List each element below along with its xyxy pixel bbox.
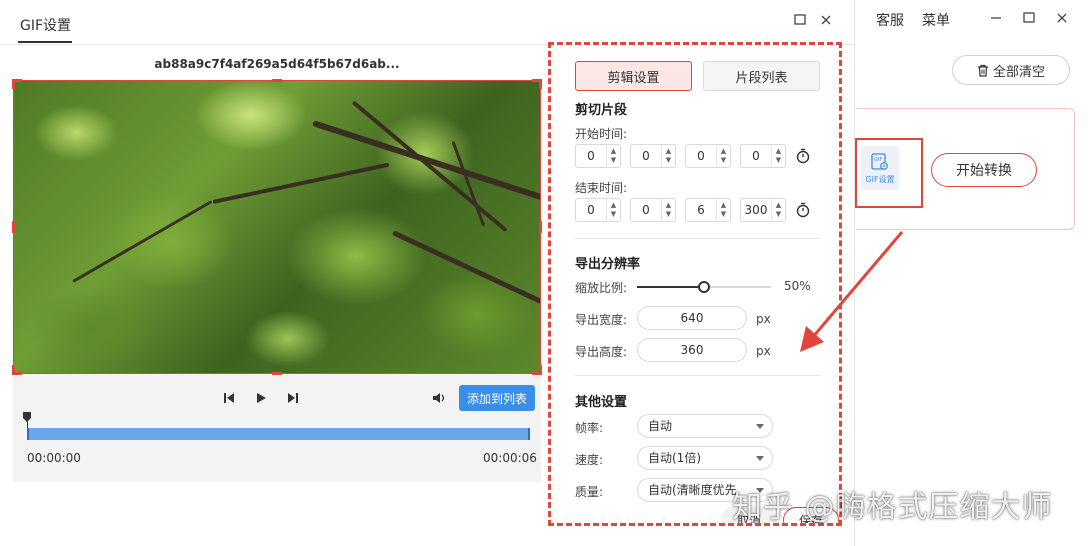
- height-unit: px: [756, 344, 771, 358]
- next-frame-icon[interactable]: [282, 388, 304, 408]
- dialog-title: GIF设置: [20, 18, 72, 34]
- settings-panel: 剪辑设置 片段列表 剪切片段 开始时间: 0 ▲ ▼ 0 ▲ ▼ 0 ▲ ▼ 0 ▲ ▼ 结束时…: [548, 42, 842, 526]
- scale-slider-fill: [637, 286, 704, 288]
- end-ms-stepper[interactable]: 300 ▲ ▼: [740, 198, 786, 222]
- start-time-label: 开始时间:: [575, 127, 628, 141]
- start-minute-stepper[interactable]: 0 ▲ ▼: [630, 144, 676, 168]
- close-window-icon[interactable]: [1053, 9, 1071, 27]
- section-divider: [575, 238, 821, 239]
- scale-value: 50%: [784, 279, 811, 293]
- height-label: 导出高度:: [575, 345, 628, 359]
- tab-segment-list[interactable]: 片段列表: [703, 61, 820, 91]
- scale-slider-thumb[interactable]: [698, 281, 710, 293]
- end-hour-stepper[interactable]: 0 ▲ ▼: [575, 198, 621, 222]
- time-end-label: 00:00:06: [483, 451, 537, 465]
- video-file-name: ab88a9c7f4af269a5d64f5b67d6ab...: [154, 57, 400, 71]
- width-unit: px: [756, 312, 771, 326]
- end-minute-stepper[interactable]: 0 ▲ ▼: [630, 198, 676, 222]
- width-label: 导出宽度:: [575, 313, 628, 327]
- video-preview: [13, 80, 541, 374]
- volume-icon[interactable]: [429, 388, 451, 408]
- clear-all-label: 全部清空: [992, 64, 1045, 80]
- start-ms-stepper[interactable]: 0 ▲ ▼: [740, 144, 786, 168]
- chevron-down-icon: [756, 456, 764, 461]
- svg-text:GIF: GIF: [874, 157, 882, 163]
- stepper-arrows-icon: ▲ ▼: [716, 145, 730, 167]
- watermark: 知乎 @嗨格式压缩大师: [732, 490, 1053, 525]
- end-time-label: 结束时间:: [575, 181, 628, 195]
- start-second-stepper[interactable]: 0 ▲ ▼: [685, 144, 731, 168]
- gif-settings-icon: GIF: [871, 152, 888, 170]
- timer-icon[interactable]: [795, 202, 811, 218]
- chevron-down-icon: [756, 424, 764, 429]
- start-convert-button[interactable]: 开始转换: [931, 153, 1037, 187]
- maximize-icon[interactable]: [791, 11, 809, 29]
- export-width-input[interactable]: 640: [637, 306, 747, 330]
- customer-service-link[interactable]: 客服: [876, 10, 904, 30]
- clear-all-button[interactable]: 全部清空: [952, 55, 1070, 85]
- stepper-arrows-icon: ▲ ▼: [661, 145, 675, 167]
- resolution-section-title: 导出分辨率: [575, 257, 641, 272]
- stepper-arrows-icon: ▲ ▼: [661, 199, 675, 221]
- section-divider: [575, 375, 821, 376]
- stepper-arrows-icon: ▲ ▼: [716, 199, 730, 221]
- close-icon[interactable]: [817, 11, 835, 29]
- stepper-arrows-icon: ▲ ▼: [606, 199, 620, 221]
- fps-select[interactable]: 自动: [637, 414, 773, 438]
- scale-label: 缩放比例:: [575, 281, 628, 295]
- gif-settings-tile[interactable]: GIF GIF设置: [855, 138, 923, 208]
- clip-section-title: 剪切片段: [575, 103, 628, 118]
- dialog-title-underline: [18, 41, 72, 43]
- speed-select[interactable]: 自动(1倍): [637, 446, 773, 470]
- quality-label: 质量:: [575, 485, 604, 499]
- trash-icon: [977, 64, 988, 77]
- gif-tile-label: GIF设置: [865, 174, 895, 184]
- timeline-range[interactable]: [27, 428, 530, 440]
- export-height-input[interactable]: 360: [637, 338, 747, 362]
- end-second-stepper[interactable]: 6 ▲ ▼: [685, 198, 731, 222]
- add-to-list-button[interactable]: 添加到列表: [459, 385, 535, 411]
- timer-icon[interactable]: [795, 148, 811, 164]
- fps-label: 帧率:: [575, 421, 604, 435]
- prev-frame-icon[interactable]: [218, 388, 240, 408]
- speed-label: 速度:: [575, 453, 604, 467]
- stepper-arrows-icon: ▲ ▼: [771, 145, 785, 167]
- maximize-window-icon[interactable]: [1020, 9, 1038, 27]
- stepper-arrows-icon: ▲ ▼: [771, 199, 785, 221]
- menu-link[interactable]: 菜单: [922, 10, 950, 30]
- stepper-arrows-icon: ▲ ▼: [606, 145, 620, 167]
- minimize-icon[interactable]: [987, 9, 1005, 27]
- tab-clip-settings[interactable]: 剪辑设置: [575, 61, 692, 91]
- time-start-label: 00:00:00: [27, 451, 81, 465]
- start-hour-stepper[interactable]: 0 ▲ ▼: [575, 144, 621, 168]
- play-icon[interactable]: [250, 388, 272, 408]
- other-section-title: 其他设置: [575, 395, 628, 410]
